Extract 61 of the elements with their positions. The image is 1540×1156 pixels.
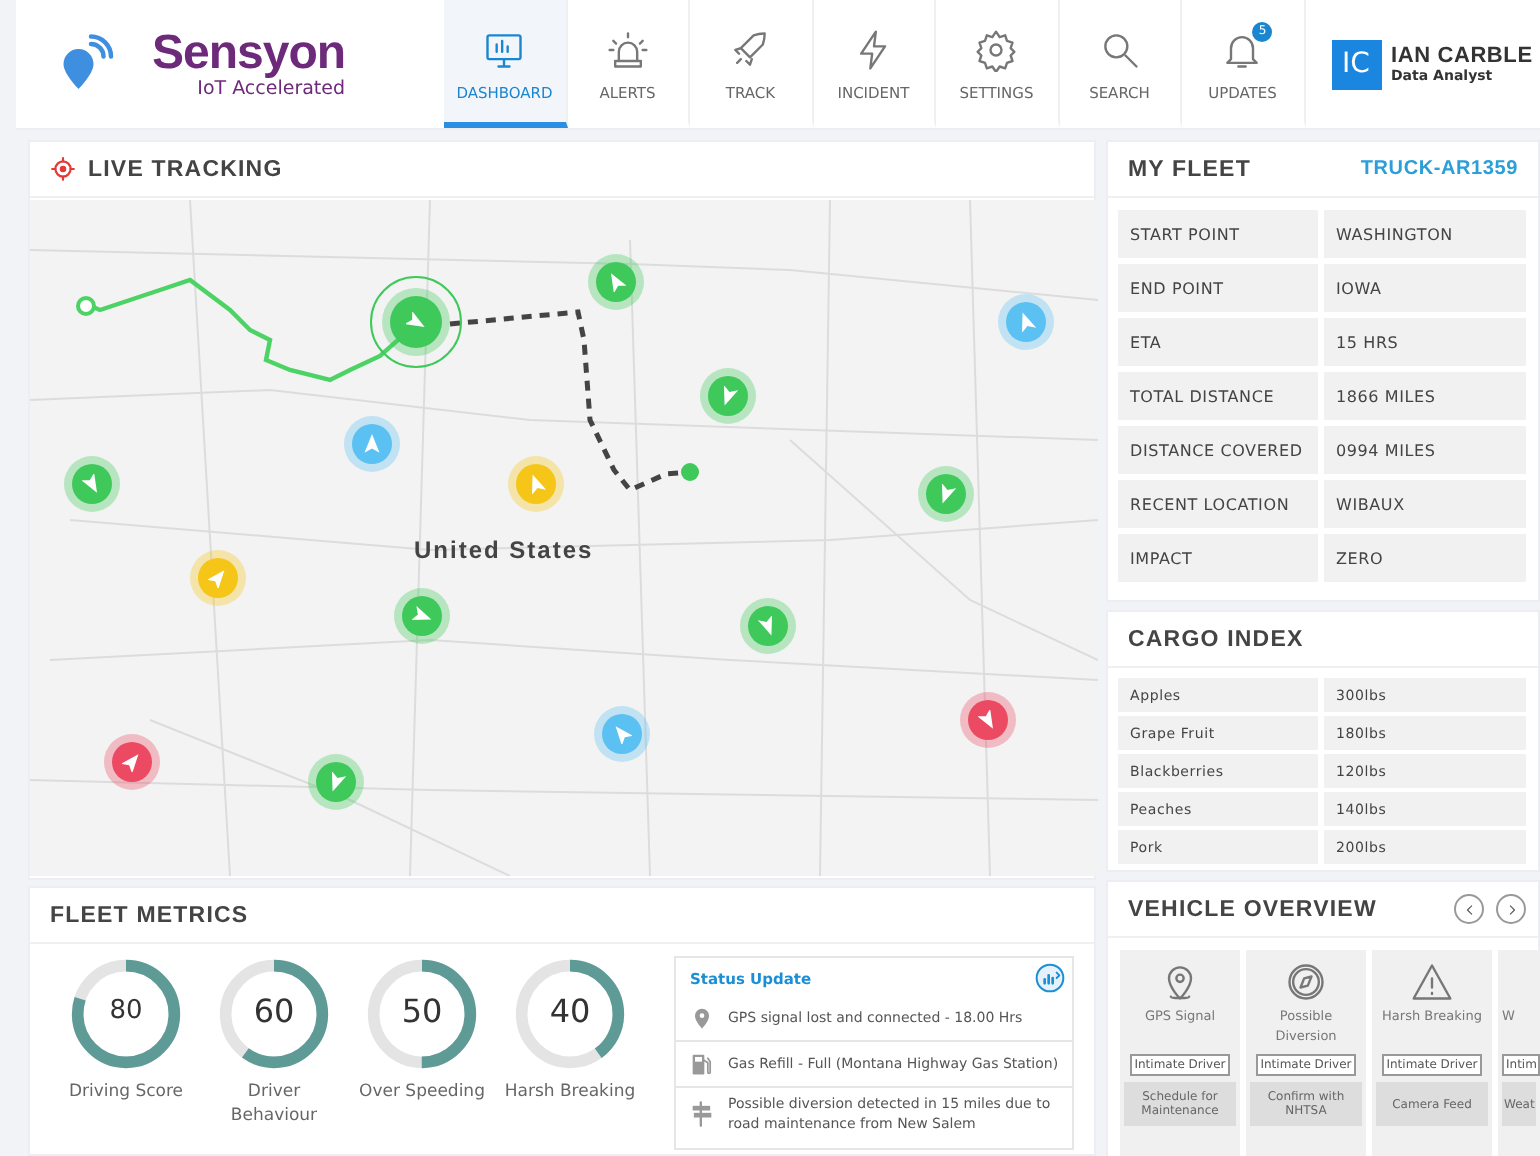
- arrow-icon: [757, 615, 778, 636]
- arrow-icon: [406, 311, 427, 332]
- panel-title: FLEET METRICS: [50, 903, 249, 927]
- settings-icon: [974, 27, 1019, 71]
- arrow-icon: [122, 751, 143, 772]
- map-marker[interactable]: [370, 275, 463, 368]
- arrow-icon: [81, 473, 102, 494]
- panel-title: LIVE TRACKING: [88, 157, 283, 181]
- gauge-value: 80: [107, 994, 145, 1030]
- donut-gauge: [364, 956, 480, 1072]
- siren-icon: [605, 27, 650, 71]
- fleet-field-value: IOWA: [1324, 264, 1526, 312]
- compass-icon: [1284, 960, 1328, 1004]
- fleet-field-label: RECENT LOCATION: [1118, 480, 1318, 528]
- brand-name: Sensyon: [152, 29, 346, 77]
- arrow-icon: [718, 386, 739, 407]
- fleet-field-value: ZERO: [1324, 534, 1526, 582]
- fleet-field-label: ETA: [1118, 318, 1318, 366]
- gauge-label: Driver Behaviour: [228, 1080, 320, 1128]
- user-avatar: IC: [1331, 39, 1381, 89]
- arrow-icon: [606, 271, 627, 292]
- next-button[interactable]: [1496, 894, 1526, 924]
- arrow-icon: [207, 568, 228, 589]
- fuel-pump-icon: [688, 1050, 716, 1078]
- fleet-field-value: 0994 MILES: [1324, 426, 1526, 474]
- panel-title: CARGO INDEX: [1128, 627, 1304, 651]
- arrow-icon: [977, 710, 998, 731]
- arrow-icon: [1016, 311, 1037, 332]
- fleet-field-label: END POINT: [1118, 264, 1318, 312]
- user-name: IAN CARBLE: [1391, 44, 1533, 68]
- arrow-icon: [326, 771, 347, 792]
- fleet-field-label: DISTANCE COVERED: [1118, 426, 1318, 474]
- map-label: United States: [414, 536, 594, 564]
- fleet-field-label: START POINT: [1118, 210, 1318, 258]
- arrow-icon: [611, 724, 632, 745]
- gauge-label: Driving Score: [68, 1080, 184, 1104]
- donut-gauge: [512, 956, 628, 1072]
- signpost-icon: [688, 1100, 716, 1128]
- donut-gauge: [68, 956, 184, 1072]
- warning-icon: [1410, 960, 1454, 1004]
- fleet-field-value: WASHINGTON: [1324, 210, 1526, 258]
- gauge-value: 40: [547, 990, 593, 1034]
- gauge-label: Over Speeding: [359, 1080, 485, 1104]
- arrow-icon: [362, 433, 383, 454]
- gauge-label: Harsh Breaking: [504, 1080, 636, 1104]
- chart-refresh-icon: [1034, 962, 1066, 994]
- donut-gauge: [216, 956, 332, 1072]
- brand-tagline: IoT Accelerated: [197, 77, 346, 99]
- fleet-field-label: TOTAL DISTANCE: [1118, 372, 1318, 420]
- target-icon: [50, 156, 76, 182]
- gauge-value: 60: [251, 990, 297, 1034]
- previous-button[interactable]: [1454, 894, 1484, 924]
- fleet-field-value: 1866 MILES: [1324, 372, 1526, 420]
- fleet-field-label: IMPACT: [1118, 534, 1318, 582]
- fleet-field-value: WIBAUX: [1324, 480, 1526, 528]
- arrow-icon: [411, 605, 432, 626]
- gauge-value: 50: [399, 990, 445, 1034]
- truck-id: TRUCK-AR1359: [1360, 158, 1518, 180]
- panel-title: MY FLEET: [1128, 157, 1251, 181]
- panel-title: VEHICLE OVERVIEW: [1128, 897, 1377, 921]
- fleet-field-value: 15 HRS: [1324, 318, 1526, 366]
